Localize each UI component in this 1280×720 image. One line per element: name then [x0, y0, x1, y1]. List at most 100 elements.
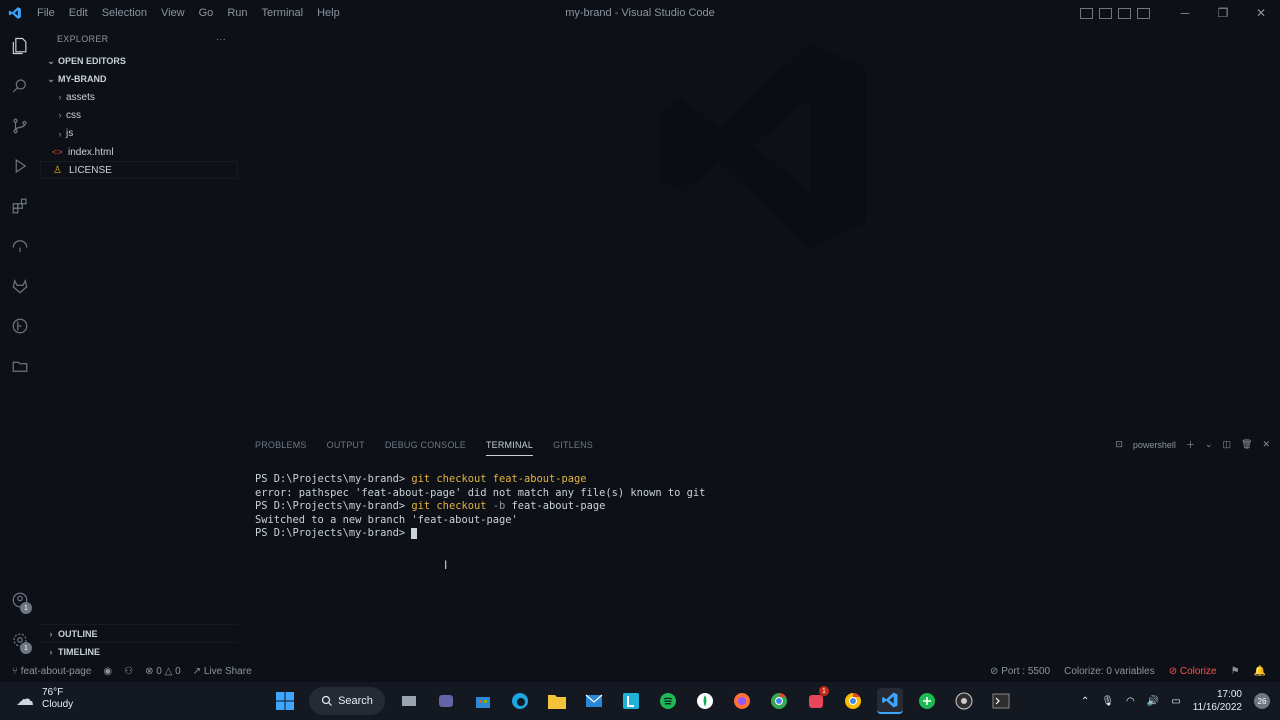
accounts-icon[interactable]: 1	[0, 580, 40, 620]
cloud-icon: ☁	[16, 689, 34, 709]
app-red-icon[interactable]: 1	[803, 686, 829, 714]
source-control-icon[interactable]	[0, 106, 40, 146]
battery-icon[interactable]: ▭	[1171, 696, 1180, 707]
menu-go[interactable]: Go	[192, 0, 221, 26]
toggle-secondary-sidebar-icon[interactable]	[1118, 7, 1131, 19]
tree-folder-assets[interactable]: › assets	[40, 88, 238, 106]
toggle-sidebar-icon[interactable]	[1080, 7, 1093, 19]
close-button[interactable]: ✕	[1242, 6, 1280, 20]
tree-folder-css[interactable]: › css	[40, 106, 238, 124]
kill-terminal-icon[interactable]: 🗑	[1241, 439, 1252, 450]
terminal-prompt: PS D:\Projects\my-brand>	[255, 527, 412, 539]
weather-condition: Cloudy	[42, 699, 74, 710]
obs-icon[interactable]	[951, 688, 977, 714]
tree-file-index-html[interactable]: <> index.html	[40, 143, 238, 161]
tab-problems[interactable]: PROBLEMS	[255, 436, 307, 456]
vscode-watermark-icon	[659, 42, 866, 249]
run-debug-icon[interactable]	[0, 146, 40, 186]
split-terminal-icon[interactable]: ◫	[1223, 439, 1232, 450]
minimize-button[interactable]: ─	[1166, 6, 1204, 20]
weather-widget[interactable]: ☁ 76°F Cloudy	[16, 687, 73, 711]
file-explorer-icon[interactable]	[544, 688, 570, 714]
spotify-icon[interactable]	[655, 688, 681, 714]
app-green-icon[interactable]	[914, 688, 940, 714]
terminal-output[interactable]: PS D:\Projects\my-brand> git checkout fe…	[255, 473, 705, 541]
terminal-taskbar-icon[interactable]	[988, 688, 1014, 714]
gitlens-icon[interactable]	[0, 306, 40, 346]
terminal-dropdown-icon[interactable]: ⌄	[1205, 439, 1213, 450]
explorer-sidebar: EXPLORER ··· ⌄ OPEN EDITORS ⌄ MY-BRAND ›…	[40, 26, 238, 660]
new-terminal-button[interactable]: ＋	[1186, 438, 1195, 451]
restore-button[interactable]: ❐	[1204, 6, 1242, 20]
vscode-taskbar-icon[interactable]	[877, 688, 903, 714]
extensions-icon[interactable]	[0, 186, 40, 226]
menu-help[interactable]: Help	[310, 0, 347, 26]
gitlab-icon[interactable]	[0, 266, 40, 306]
notification-badge[interactable]: 26	[1254, 693, 1270, 709]
toggle-panel-icon[interactable]	[1099, 7, 1112, 19]
project-manager-icon[interactable]	[0, 346, 40, 386]
vscode-logo-icon	[0, 0, 30, 26]
chevron-up-icon[interactable]: ⌃	[1081, 696, 1089, 707]
microphone-icon[interactable]: 🎙	[1101, 696, 1114, 707]
search-icon[interactable]	[0, 66, 40, 106]
store-icon[interactable]	[470, 688, 496, 714]
clock[interactable]: 17:00 11/16/2022	[1193, 688, 1242, 714]
mail-icon[interactable]	[581, 688, 607, 714]
terminal-prompt: PS D:\Projects\my-brand>	[255, 500, 412, 512]
port-status[interactable]: ⊘ Port : 5500	[990, 666, 1050, 677]
mongodb-icon[interactable]	[692, 688, 718, 714]
taskbar-search[interactable]: Search	[309, 687, 385, 715]
activity-bar: 1 1	[0, 26, 40, 660]
settings-gear-icon[interactable]: 1	[0, 620, 40, 660]
sync-icon[interactable]: ⚇	[124, 666, 133, 677]
menu-file[interactable]: File	[30, 0, 62, 26]
volume-icon[interactable]: 🔊	[1147, 696, 1159, 707]
shell-label[interactable]: powershell	[1133, 440, 1176, 450]
menu-selection[interactable]: Selection	[95, 0, 154, 26]
edge-icon[interactable]	[507, 688, 533, 714]
menu-bar: File Edit Selection View Go Run Terminal…	[30, 0, 347, 26]
temperature: 76°F	[42, 687, 64, 698]
live-share-status[interactable]: ↗ Live Share	[193, 666, 252, 677]
firefox-icon[interactable]	[729, 688, 755, 714]
customize-layout-icon[interactable]	[1137, 7, 1150, 19]
tab-output[interactable]: OUTPUT	[327, 436, 365, 456]
menu-edit[interactable]: Edit	[62, 0, 95, 26]
menu-terminal[interactable]: Terminal	[255, 0, 311, 26]
terminal-line: Switched to a new branch 'feat-about-pag…	[255, 513, 518, 526]
windows-start-icon[interactable]	[272, 688, 298, 714]
explorer-icon[interactable]	[0, 26, 40, 66]
task-view-icon[interactable]	[396, 688, 422, 714]
tree-file-license[interactable]: ♙ LICENSE	[40, 161, 238, 180]
chevron-right-icon: ›	[58, 92, 62, 103]
teams-chat-icon[interactable]	[433, 688, 459, 714]
menu-run[interactable]: Run	[220, 0, 254, 26]
tab-terminal[interactable]: TERMINAL	[485, 436, 534, 456]
timeline-section[interactable]: › TIMELINE	[40, 642, 238, 660]
feedback-icon[interactable]: ⚑	[1231, 666, 1240, 677]
warning-count: 0	[175, 665, 181, 677]
notifications-bell-icon[interactable]: 🔔	[1254, 666, 1266, 677]
tab-debug-console[interactable]: DEBUG CONSOLE	[385, 436, 466, 456]
close-panel-icon[interactable]: ✕	[1262, 439, 1270, 450]
tab-gitlens[interactable]: GITLENS	[553, 436, 593, 456]
timeline-label: TIMELINE	[58, 646, 100, 657]
project-label: MY-BRAND	[58, 74, 107, 84]
explorer-more-actions[interactable]: ···	[216, 34, 226, 44]
open-editors-section[interactable]: ⌄ OPEN EDITORS	[40, 52, 238, 70]
branch-status[interactable]: ⑂ feat-about-page	[12, 666, 91, 677]
tree-folder-js[interactable]: › js	[40, 125, 238, 143]
wifi-icon[interactable]: ◠	[1126, 696, 1135, 707]
outline-section[interactable]: › OUTLINE	[40, 624, 238, 642]
colorize-vars-status[interactable]: Colorize: 0 variables	[1064, 666, 1155, 677]
app-l-icon[interactable]	[618, 688, 644, 714]
problems-status[interactable]: ⊗ 0 △ 0	[145, 666, 181, 677]
colorize-status[interactable]: ⊘ Colorize	[1169, 666, 1217, 677]
remote-explorer-icon[interactable]	[0, 226, 40, 266]
eye-icon[interactable]: ◉	[103, 666, 112, 677]
chrome-profile-icon[interactable]	[840, 688, 866, 714]
project-section[interactable]: ⌄ MY-BRAND	[40, 70, 238, 88]
menu-view[interactable]: View	[154, 0, 192, 26]
chrome-icon[interactable]	[766, 688, 792, 714]
